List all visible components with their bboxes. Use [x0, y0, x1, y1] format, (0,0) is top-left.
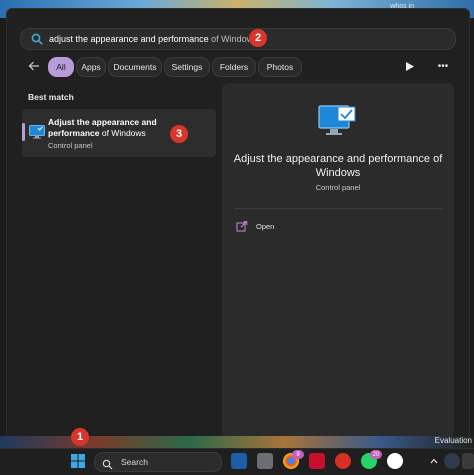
more-options-button[interactable]: •••: [434, 58, 452, 74]
tray-app-icon[interactable]: [444, 453, 460, 469]
back-arrow-icon[interactable]: [26, 58, 42, 74]
search-query[interactable]: adjust the appearance and performance of…: [49, 34, 258, 44]
annotation-marker-2: 2: [249, 29, 267, 47]
edge-dev-icon[interactable]: [231, 453, 247, 469]
preview-subtitle: Control panel: [315, 183, 361, 192]
filter-chip-photos[interactable]: Photos: [258, 57, 302, 77]
taskbar: Search 9 20: [0, 448, 474, 474]
search-box[interactable]: adjust the appearance and performance of…: [20, 28, 456, 50]
taskbar-search-icon: [102, 457, 113, 469]
selection-indicator: [22, 123, 25, 141]
evaluation-watermark: Evaluation: [434, 436, 472, 445]
huawei-icon[interactable]: [309, 453, 325, 469]
monitor-check-icon: [29, 125, 45, 139]
monitor-check-large-icon: [318, 105, 358, 139]
filter-bar: All Apps Documents Settings Folders Phot…: [26, 56, 456, 78]
filter-chip-folders[interactable]: Folders: [212, 57, 256, 77]
filter-chip-all[interactable]: All: [48, 57, 74, 77]
whatsapp-notification-badge: 20: [370, 450, 382, 459]
play-icon[interactable]: [404, 60, 416, 72]
search-icon: [30, 32, 44, 46]
filter-chip-apps[interactable]: Apps: [76, 57, 106, 77]
open-action-label: Open: [256, 221, 275, 231]
filter-chip-documents[interactable]: Documents: [108, 57, 162, 77]
best-match-heading: Best match: [28, 92, 74, 102]
file-explorer-icon[interactable]: [257, 453, 273, 469]
result-subtitle: Control panel: [48, 141, 93, 150]
chrome-notification-badge: 9: [292, 450, 304, 459]
tray-overflow-icon[interactable]: [462, 453, 474, 469]
annotation-marker-1: 1: [71, 428, 89, 446]
open-action[interactable]: Open: [234, 218, 354, 234]
chrome-icon[interactable]: 9: [283, 450, 304, 469]
preview-divider: [234, 208, 442, 209]
preview-pane: Adjust the appearance and performance of…: [222, 83, 454, 438]
chevron-up-icon[interactable]: [426, 453, 442, 469]
taskbar-search-label: Search: [121, 457, 148, 467]
whatsapp-icon[interactable]: 20: [361, 450, 382, 469]
filter-chip-settings[interactable]: Settings: [164, 57, 210, 77]
preview-title: Adjust the appearance and performance of…: [233, 153, 443, 179]
maps-pin-icon[interactable]: [387, 453, 403, 469]
open-external-icon: [236, 220, 248, 232]
annotation-marker-3: 3: [170, 125, 188, 143]
start-button[interactable]: [70, 453, 86, 469]
result-title-rest: of Windows: [99, 128, 146, 138]
windows-logo-icon: [71, 454, 85, 468]
screen-recorder-icon[interactable]: [335, 453, 351, 469]
search-query-typed: adjust the appearance and performance: [49, 34, 209, 44]
result-title: Adjust the appearance and performance of…: [48, 117, 178, 139]
taskbar-search[interactable]: Search: [94, 452, 222, 472]
